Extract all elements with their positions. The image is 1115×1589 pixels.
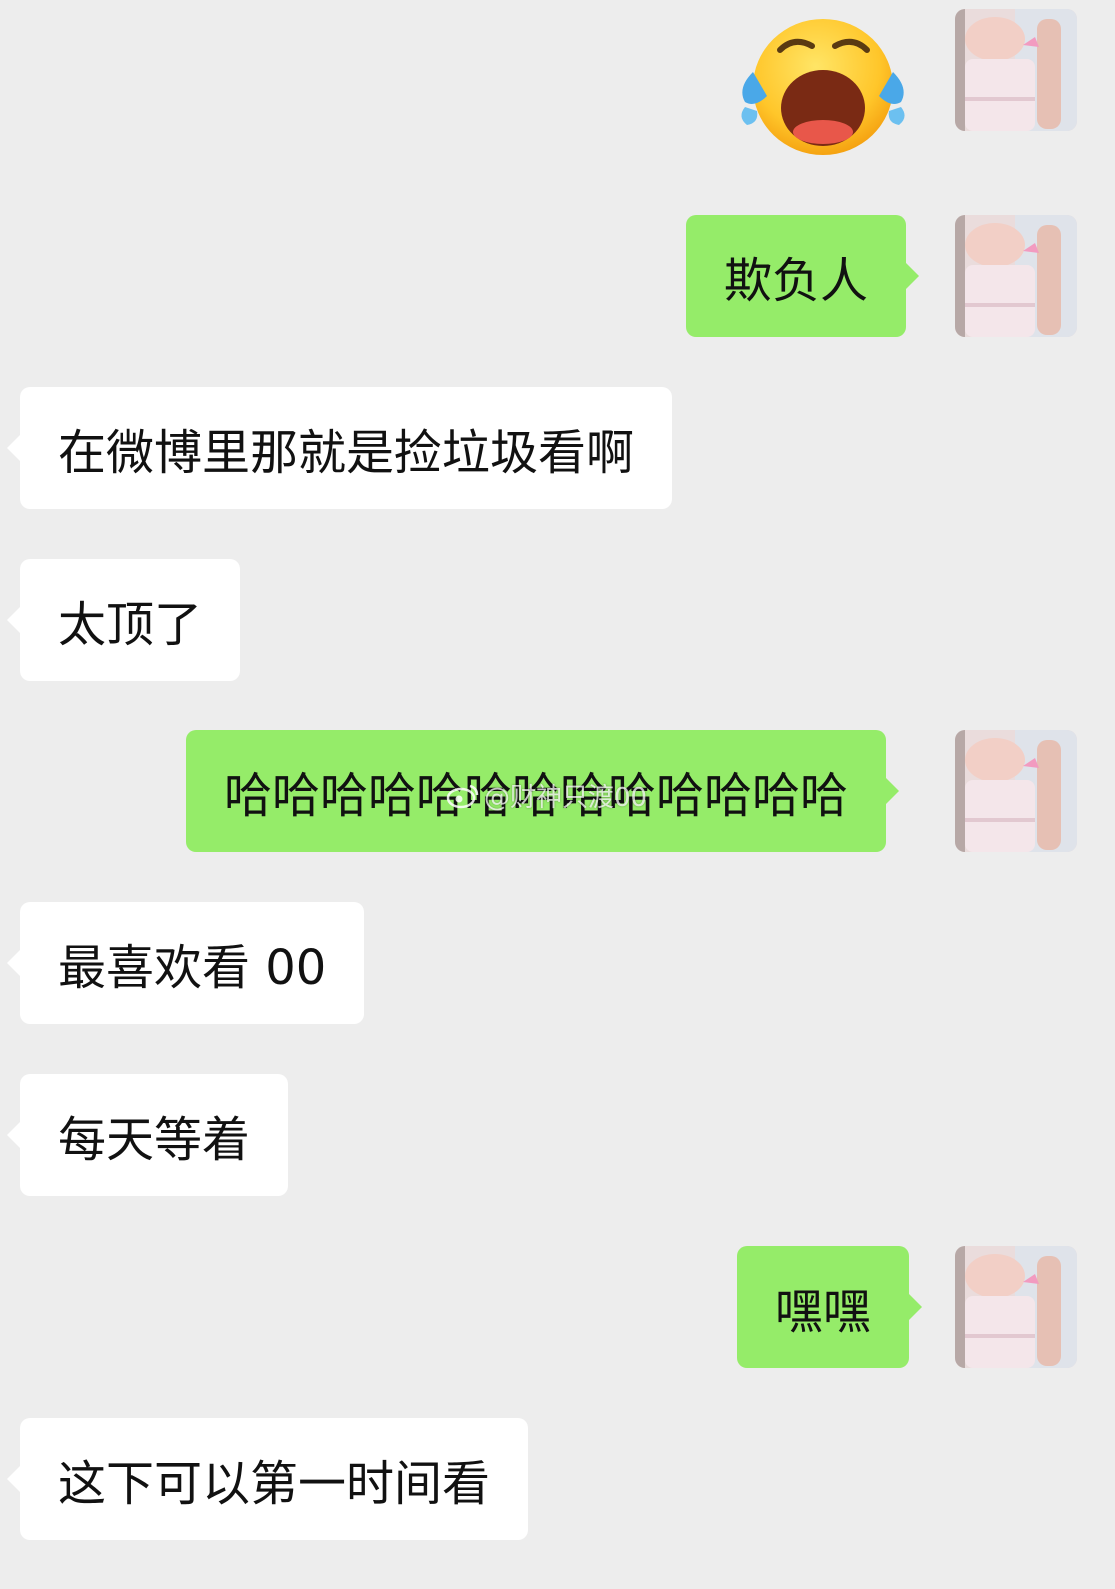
my-avatar[interactable] (955, 9, 1077, 131)
incoming-message-bubble[interactable]: 每天等着 (6, 1074, 289, 1196)
message-text: 太顶了 (58, 597, 203, 653)
outgoing-message-bubble[interactable]: 嘿嘿 (737, 1246, 923, 1368)
incoming-message-bubble[interactable]: 在微博里那就是捡垃圾看啊 (6, 387, 673, 509)
avatar-photo-icon (955, 730, 1077, 852)
avatar-photo-icon (955, 215, 1077, 337)
weibo-logo-icon (446, 784, 479, 808)
crying-face-sticker[interactable] (735, 12, 925, 162)
outgoing-message-bubble[interactable]: 欺负人 (686, 215, 920, 337)
avatar-photo-icon (955, 9, 1077, 131)
my-avatar[interactable] (955, 1246, 1077, 1368)
my-avatar[interactable] (955, 215, 1077, 337)
message-text: 嘿嘿 (775, 1284, 872, 1340)
crying-face-icon (741, 19, 905, 155)
watermark-text: @财神只渡00 (484, 783, 648, 813)
weibo-watermark: @财神只渡00 (446, 777, 647, 814)
message-text: 在微博里那就是捡垃圾看啊 (58, 425, 635, 481)
incoming-message-bubble[interactable]: 这下可以第一时间看 (6, 1418, 529, 1540)
incoming-message-bubble[interactable]: 太顶了 (6, 559, 241, 681)
message-text: 这下可以第一时间看 (58, 1456, 491, 1512)
incoming-message-bubble[interactable]: 最喜欢看 00 (6, 902, 365, 1024)
avatar-photo-icon (955, 1246, 1077, 1368)
message-text: 欺负人 (724, 253, 869, 309)
my-avatar[interactable] (955, 730, 1077, 852)
message-text: 每天等着 (58, 1112, 251, 1168)
message-text: 最喜欢看 00 (58, 940, 327, 996)
